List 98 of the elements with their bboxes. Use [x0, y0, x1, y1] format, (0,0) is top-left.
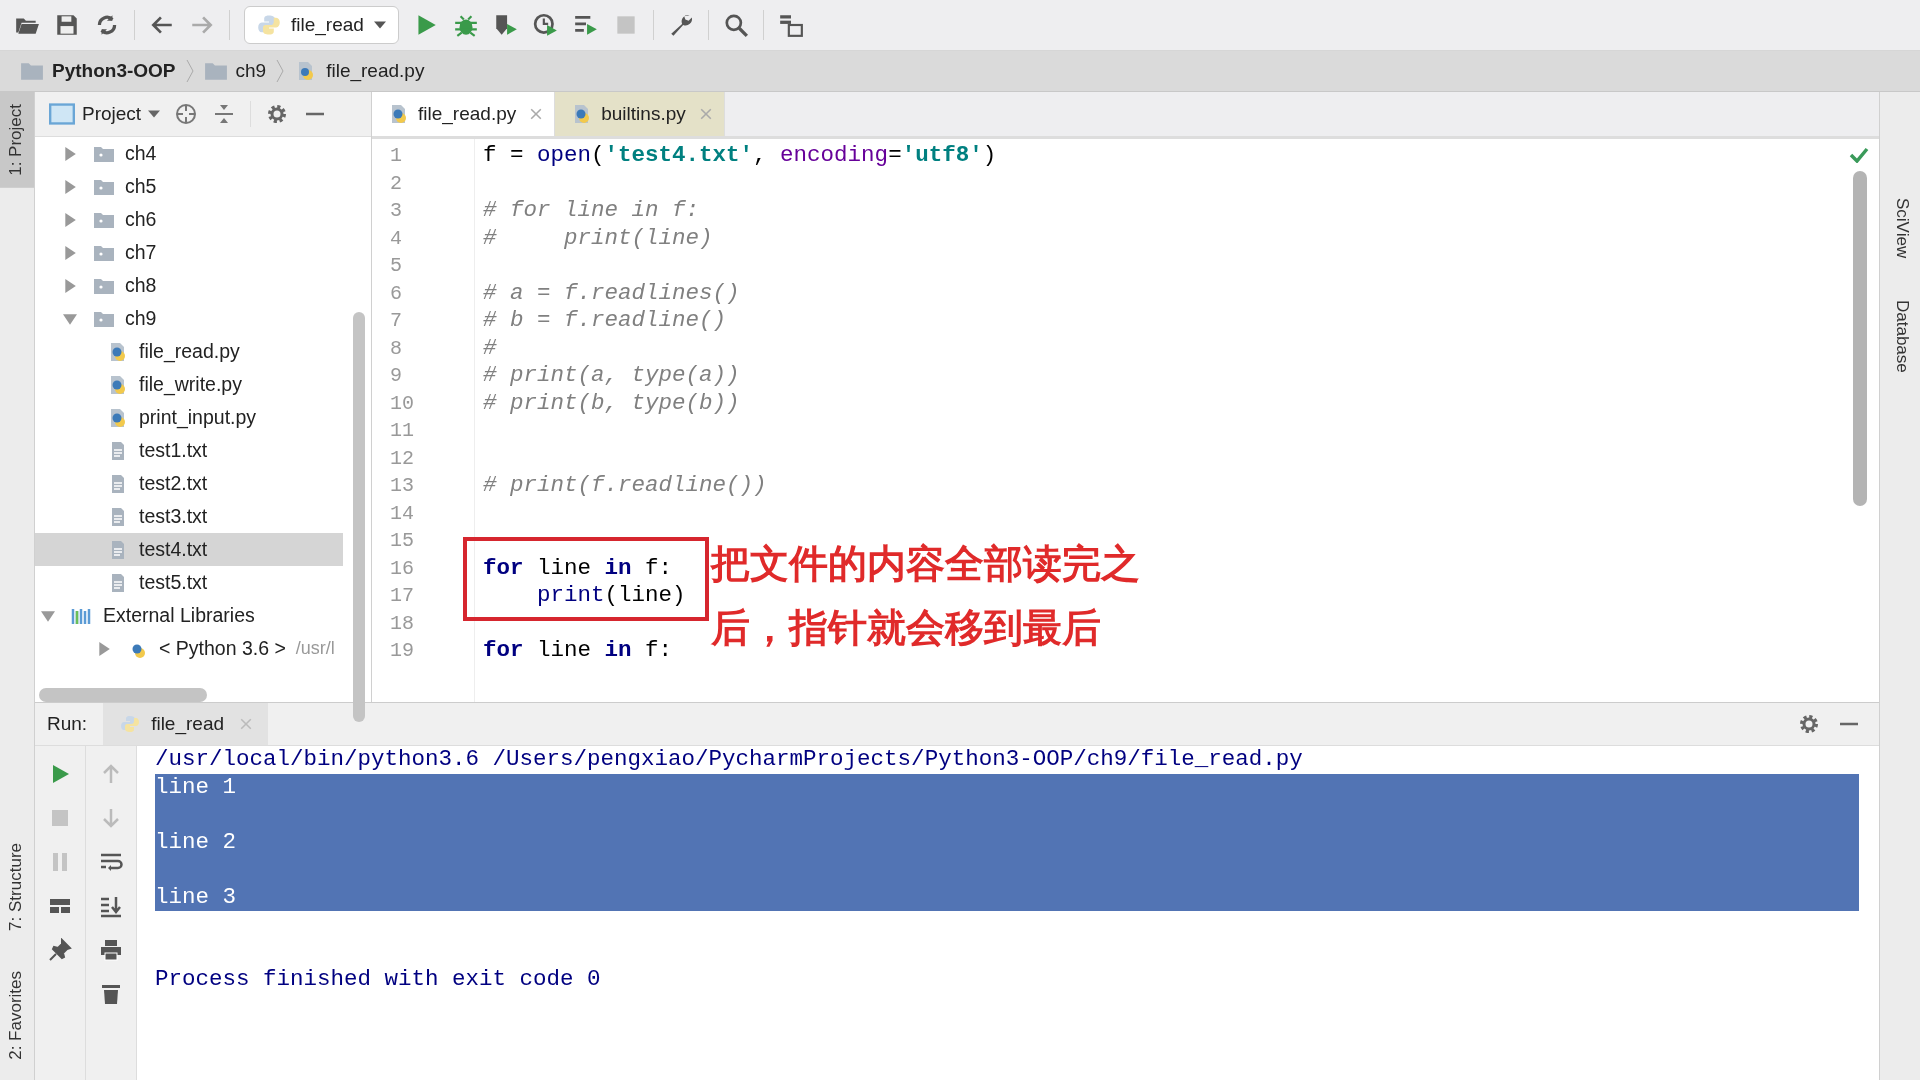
line-number: 1 [389, 143, 403, 169]
chevron-icon [276, 58, 285, 84]
code-line: # b = f.readline() [483, 307, 727, 333]
trash-icon[interactable] [99, 982, 123, 1006]
tool-window-tab[interactable]: Database [1880, 294, 1920, 379]
code-line: # [483, 334, 497, 361]
expand-arrow-icon[interactable] [41, 608, 55, 623]
print-icon[interactable] [99, 938, 123, 962]
caret-icon [373, 21, 386, 29]
line-number: 17 [389, 583, 415, 609]
annotation-text: 后，指针就会移到最后 [711, 604, 1102, 652]
line-number: 9 [389, 363, 403, 389]
tree-item[interactable]: file_read.py [35, 335, 343, 368]
code-line: # a = f.readlines() [483, 279, 740, 306]
scrollbar-thumb[interactable] [1853, 171, 1867, 506]
line-number: 7 [389, 308, 403, 334]
run-label: Run: [47, 713, 88, 735]
breadcrumb-item[interactable]: file_read.py [290, 60, 429, 82]
line-number: 16 [389, 555, 415, 582]
code-line: # print(b, type(b)) [483, 389, 740, 416]
breadcrumb-item[interactable]: ch9 [199, 60, 271, 82]
code-line: # print(a, type(a)) [483, 362, 740, 388]
expand-arrow-icon[interactable] [63, 311, 77, 326]
tree-item[interactable]: < Python 3.6 > /usr/l [35, 632, 343, 665]
code-line: for line in f: [483, 637, 673, 663]
line-number: 19 [389, 638, 415, 664]
code-line: print(line) [536, 582, 686, 608]
line-number: 12 [389, 445, 415, 472]
folder-icon [20, 61, 44, 81]
line-number: 15 [389, 528, 415, 554]
tree-item[interactable]: test1.txt [35, 434, 343, 467]
expand-arrow-icon[interactable] [63, 245, 77, 260]
close-icon[interactable] [699, 108, 712, 120]
code-line: f = open('test4.txt', encoding='utf8') [483, 142, 997, 168]
scroll-to-end-icon[interactable] [99, 894, 123, 918]
tree-item[interactable]: print_input.py [35, 401, 343, 434]
vcs-icon[interactable] [777, 12, 804, 38]
run-config-dropdown[interactable]: file_read [244, 6, 399, 44]
save-icon[interactable] [54, 12, 80, 38]
console-line: Process finished with exit code 0 [155, 966, 602, 994]
line-number: 3 [389, 198, 403, 224]
line-number: 11 [389, 418, 415, 444]
expand-arrow-icon[interactable] [63, 146, 77, 161]
line-number: 5 [389, 253, 403, 279]
line-number: 2 [389, 170, 403, 197]
editor-tab[interactable]: file_read.py [372, 92, 556, 136]
annotation-text: 把文件的内容全部读完之 [711, 540, 1140, 588]
tree-item[interactable]: ch6 [35, 203, 343, 236]
expand-arrow-icon[interactable] [97, 641, 111, 656]
line-number: 8 [389, 335, 403, 362]
tool-window-tab[interactable]: 2: Favorites [0, 951, 34, 1080]
expand-arrow-icon[interactable] [63, 278, 77, 293]
profiler-icon[interactable] [532, 12, 559, 38]
folder-icon [203, 61, 228, 81]
close-icon[interactable] [530, 108, 543, 120]
scrollbar-thumb[interactable] [39, 688, 207, 702]
breadcrumb-item[interactable]: Python3-OOP [16, 60, 180, 82]
editor-tab[interactable]: builtins.py [555, 92, 725, 136]
project-view-dropdown[interactable]: Project [49, 103, 161, 125]
line-number: 13 [389, 473, 415, 499]
tree-item[interactable]: ch8 [35, 269, 343, 302]
line-number: 10 [389, 390, 415, 417]
tree-item[interactable]: External Libraries [35, 599, 343, 632]
caret-icon [148, 110, 161, 118]
scrollbar-thumb[interactable] [353, 312, 365, 722]
console-line: /usr/local/bin/python3.6 /Users/pengxiao/PycharmProjects/Python3-OOP/ch9/file_read.py [155, 746, 1304, 774]
line-number: 4 [389, 225, 403, 252]
tree-item[interactable]: test3.txt [35, 500, 343, 533]
window-icon [49, 103, 75, 125]
tool-window-tab[interactable]: 7: Structure [0, 823, 34, 952]
line-number: 14 [389, 500, 415, 527]
search-icon[interactable] [722, 12, 749, 38]
expand-arrow-icon[interactable] [63, 212, 77, 227]
code-line: # for line in f: [483, 197, 700, 223]
tree-item[interactable]: test4.txt [35, 533, 343, 566]
tool-window-tab[interactable]: 1: Project [0, 92, 34, 188]
expand-arrow-icon[interactable] [63, 179, 77, 194]
chevron-icon [185, 58, 194, 84]
code-line: for line in f: [483, 554, 673, 581]
tree-item[interactable]: test2.txt [35, 467, 343, 500]
line-number: 6 [389, 280, 403, 307]
tree-item[interactable]: ch7 [35, 236, 343, 269]
check-icon [1849, 147, 1869, 163]
code-line: # print(f.readline()) [483, 472, 767, 498]
python-logo-icon [257, 13, 281, 37]
settings-icon[interactable] [1797, 712, 1821, 736]
tool-window-tab[interactable]: SciView [1880, 192, 1920, 265]
code-line: # print(line) [483, 224, 713, 251]
locate-icon[interactable] [174, 102, 199, 126]
run-tab[interactable]: file_read [103, 703, 269, 745]
tree-item[interactable]: ch4 [35, 137, 343, 170]
pin-icon[interactable] [48, 938, 72, 962]
tree-item[interactable]: ch9 [35, 302, 343, 335]
tree-item[interactable]: file_write.py [35, 368, 343, 401]
python-logo-icon [119, 714, 142, 734]
line-number: 18 [389, 610, 415, 637]
tree-item[interactable]: ch5 [35, 170, 343, 203]
tree-item[interactable]: test5.txt [35, 566, 343, 599]
